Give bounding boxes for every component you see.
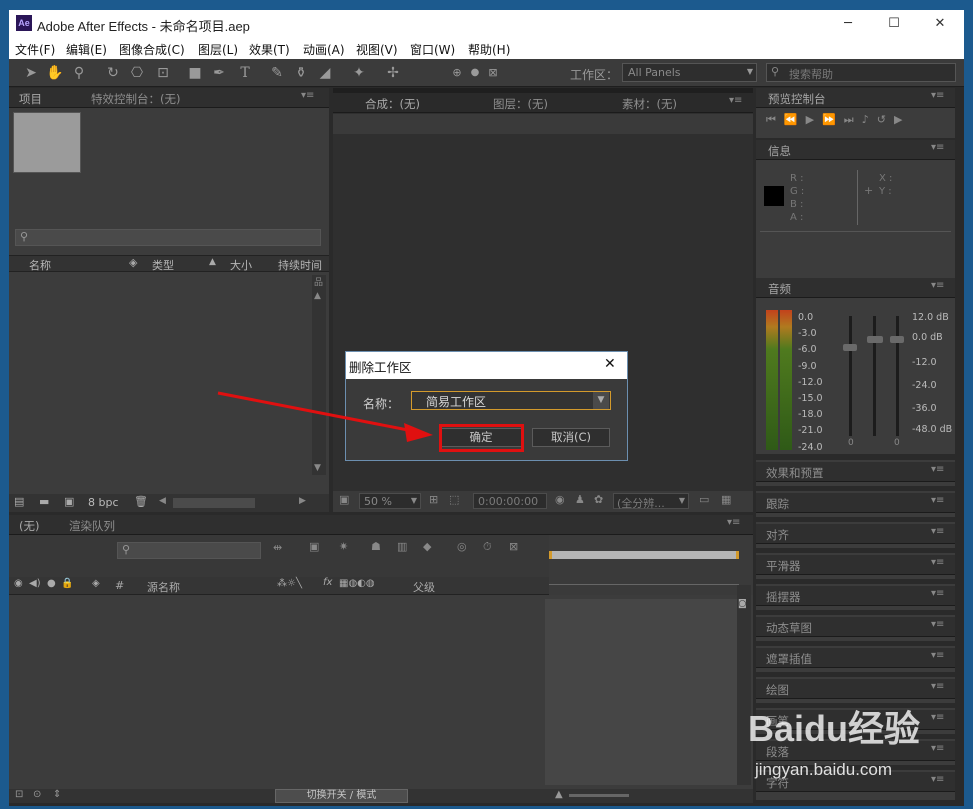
annotation-arrow xyxy=(217,391,433,442)
